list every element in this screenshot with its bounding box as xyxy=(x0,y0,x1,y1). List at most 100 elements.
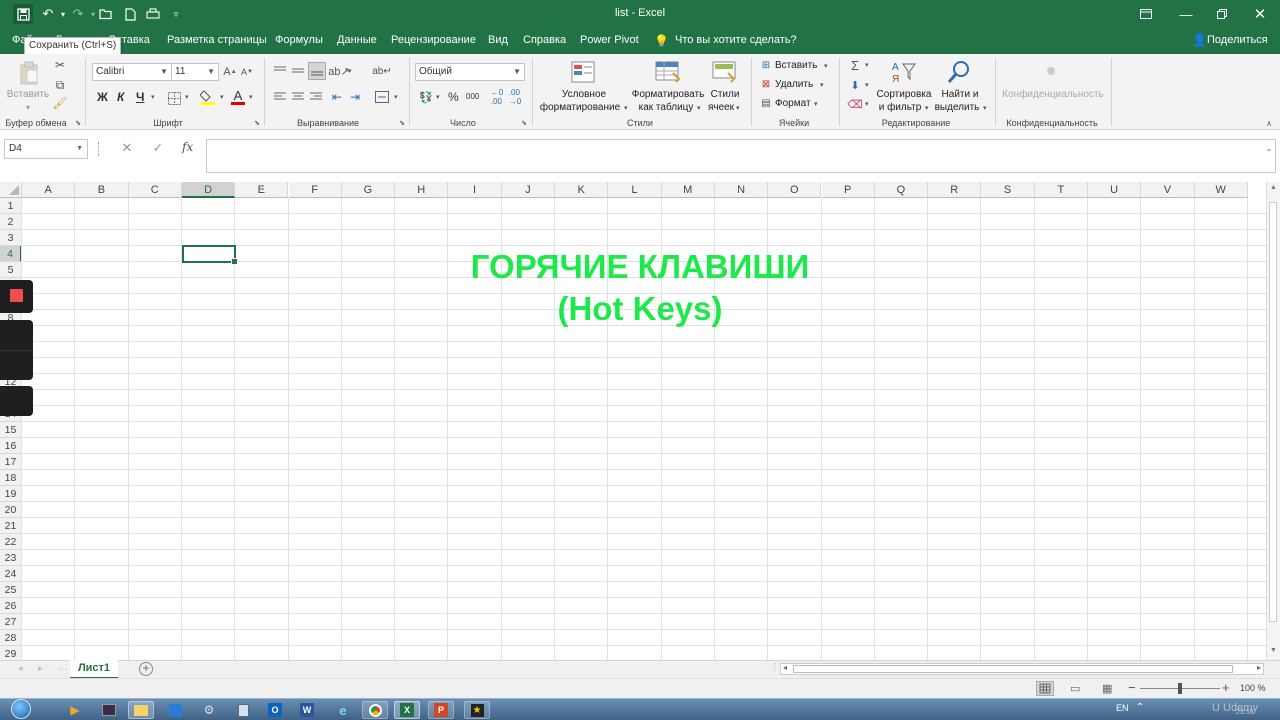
active-cell-selection[interactable] xyxy=(182,245,238,265)
underline-button[interactable]: Ч xyxy=(136,90,144,104)
language-indicator[interactable]: EN xyxy=(1116,703,1129,713)
formula-splitter[interactable] xyxy=(98,142,100,156)
column-header[interactable]: A xyxy=(22,182,76,198)
column-header[interactable]: Q xyxy=(874,182,929,198)
bold-button[interactable]: Ж xyxy=(97,90,108,104)
tab-review[interactable]: Рецензирование xyxy=(391,34,476,46)
alignment-launcher-icon[interactable]: ⬊ xyxy=(398,118,406,128)
font-launcher-icon[interactable]: ⬊ xyxy=(253,118,261,128)
app-icon[interactable] xyxy=(162,701,188,719)
column-header[interactable]: W xyxy=(1194,182,1248,198)
name-box[interactable]: D4 ▼ xyxy=(4,139,88,159)
minimize-icon[interactable]: — xyxy=(1168,0,1204,28)
format-as-table-label-1[interactable]: Форматировать xyxy=(632,88,705,101)
sheet-menu-icon[interactable]: … xyxy=(58,662,68,673)
tab-power-pivot[interactable]: Power Pivot xyxy=(580,34,639,46)
delete-cells-button[interactable]: Удалить xyxy=(775,79,813,90)
delete-dropdown-icon[interactable]: ▾ xyxy=(820,81,824,89)
zoom-out-icon[interactable]: − xyxy=(1128,680,1136,695)
restore-icon[interactable] xyxy=(1204,0,1240,28)
column-header[interactable]: M xyxy=(661,182,715,198)
format-cells-icon[interactable]: ▤ xyxy=(759,97,773,110)
column-header[interactable]: K xyxy=(555,182,609,198)
collapse-ribbon-icon[interactable]: ∧ xyxy=(1264,118,1274,128)
row-header[interactable]: 18 xyxy=(0,470,22,486)
column-header[interactable]: L xyxy=(608,182,662,198)
tell-me-search[interactable]: Что вы хотите сделать? xyxy=(675,34,797,46)
align-right-icon[interactable] xyxy=(308,90,324,104)
column-header[interactable]: H xyxy=(395,182,449,198)
font-size-combo[interactable]: 11 ▼ xyxy=(171,63,219,81)
column-header[interactable]: U xyxy=(1088,182,1142,198)
row-header[interactable]: 15 xyxy=(0,422,22,438)
horizontal-scrollbar[interactable]: ◂ ▸ xyxy=(780,663,1264,675)
zoom-level[interactable]: 100 % xyxy=(1240,683,1266,693)
column-header[interactable]: N xyxy=(714,182,769,198)
column-header[interactable]: V xyxy=(1141,182,1195,198)
fill-color-icon[interactable] xyxy=(200,88,216,106)
paste-dropdown-icon[interactable]: ▾ xyxy=(26,101,30,114)
format-cells-button[interactable]: Формат xyxy=(775,98,811,109)
share-button[interactable]: Поделиться xyxy=(1207,34,1268,46)
find-select-dropdown-icon[interactable]: ▾ xyxy=(983,104,987,112)
clear-eraser-icon[interactable]: ⌫ xyxy=(847,97,863,111)
column-header[interactable]: O xyxy=(768,182,822,198)
recording-stop-panel[interactable] xyxy=(0,280,33,313)
cell-styles-label-2[interactable]: ячеек xyxy=(708,101,734,114)
tray-icon[interactable]: ⌃ xyxy=(1136,702,1144,713)
select-all-corner[interactable] xyxy=(0,182,22,198)
insert-dropdown-icon[interactable]: ▾ xyxy=(824,62,828,70)
zoom-slider[interactable] xyxy=(1140,683,1220,694)
percent-style-button[interactable]: % xyxy=(448,90,459,104)
column-header[interactable]: P xyxy=(821,182,875,198)
column-header[interactable]: S xyxy=(981,182,1035,198)
format-as-table-label-2[interactable]: как таблицу xyxy=(639,101,694,114)
insert-cells-button[interactable]: Вставить xyxy=(775,60,817,71)
cell-styles-label-1[interactable]: Стили xyxy=(711,88,740,101)
sensitivity-button[interactable]: Конфиденциальность xyxy=(1002,88,1103,101)
cut-icon[interactable]: ✂ xyxy=(52,58,68,72)
vertical-scrollbar[interactable]: ▲ ▼ xyxy=(1266,182,1280,660)
clear-dropdown-icon[interactable]: ▾ xyxy=(865,100,869,108)
italic-button[interactable]: К xyxy=(117,90,124,104)
number-launcher-icon[interactable]: ⬊ xyxy=(520,118,528,128)
format-as-table-dropdown-icon[interactable]: ▾ xyxy=(697,104,701,112)
insert-function-button[interactable]: fx xyxy=(182,140,193,154)
conditional-formatting-dropdown-icon[interactable]: ▾ xyxy=(624,104,628,112)
column-header[interactable]: I xyxy=(448,182,502,198)
add-sheet-icon[interactable]: + xyxy=(139,662,153,676)
insert-cells-icon[interactable]: ⊞ xyxy=(759,59,773,72)
cell-styles-dropdown-icon[interactable]: ▾ xyxy=(736,104,740,112)
autosum-dropdown-icon[interactable]: ▾ xyxy=(865,61,869,69)
app-icon[interactable] xyxy=(96,701,122,719)
scroll-thumb[interactable] xyxy=(1269,202,1277,622)
wrap-text-icon[interactable]: ab↵ xyxy=(372,64,392,78)
cancel-entry-icon[interactable]: ✕ xyxy=(120,140,134,155)
row-header[interactable]: 22 xyxy=(0,534,22,550)
powerpoint-icon[interactable]: P xyxy=(428,701,454,719)
find-select-icon[interactable] xyxy=(946,59,972,85)
stop-record-icon[interactable] xyxy=(10,289,23,302)
sheet-tab-list1[interactable]: Лист1 xyxy=(70,660,118,679)
borders-icon[interactable] xyxy=(166,90,182,106)
page-layout-view-icon[interactable]: ▭ xyxy=(1070,682,1080,695)
format-painter-icon[interactable]: 🖌 xyxy=(52,96,68,110)
row-header[interactable]: 1 xyxy=(0,198,22,214)
column-header[interactable]: F xyxy=(288,182,342,198)
column-header[interactable]: E xyxy=(235,182,289,198)
column-header[interactable]: B xyxy=(75,182,129,198)
scroll-right-icon[interactable]: ▸ xyxy=(1257,663,1261,672)
align-bottom-icon[interactable] xyxy=(308,62,326,80)
row-header[interactable]: 17 xyxy=(0,454,22,470)
font-color-dropdown-icon[interactable]: ▾ xyxy=(249,93,253,101)
ribbon-display-options-icon[interactable] xyxy=(1128,0,1164,28)
fill-dropdown-icon[interactable]: ▾ xyxy=(865,81,869,89)
merge-center-icon[interactable] xyxy=(374,90,390,104)
tab-view[interactable]: Вид xyxy=(488,34,508,46)
recorder-icon[interactable]: ★ xyxy=(464,701,490,719)
increase-indent-icon[interactable]: ⇥ xyxy=(347,90,363,104)
font-name-combo[interactable]: Calibri ▼ xyxy=(92,63,172,81)
excel-icon[interactable]: X xyxy=(394,701,420,719)
delete-cells-icon[interactable]: ⊠ xyxy=(759,78,773,91)
recording-controls-panel[interactable] xyxy=(0,320,33,380)
